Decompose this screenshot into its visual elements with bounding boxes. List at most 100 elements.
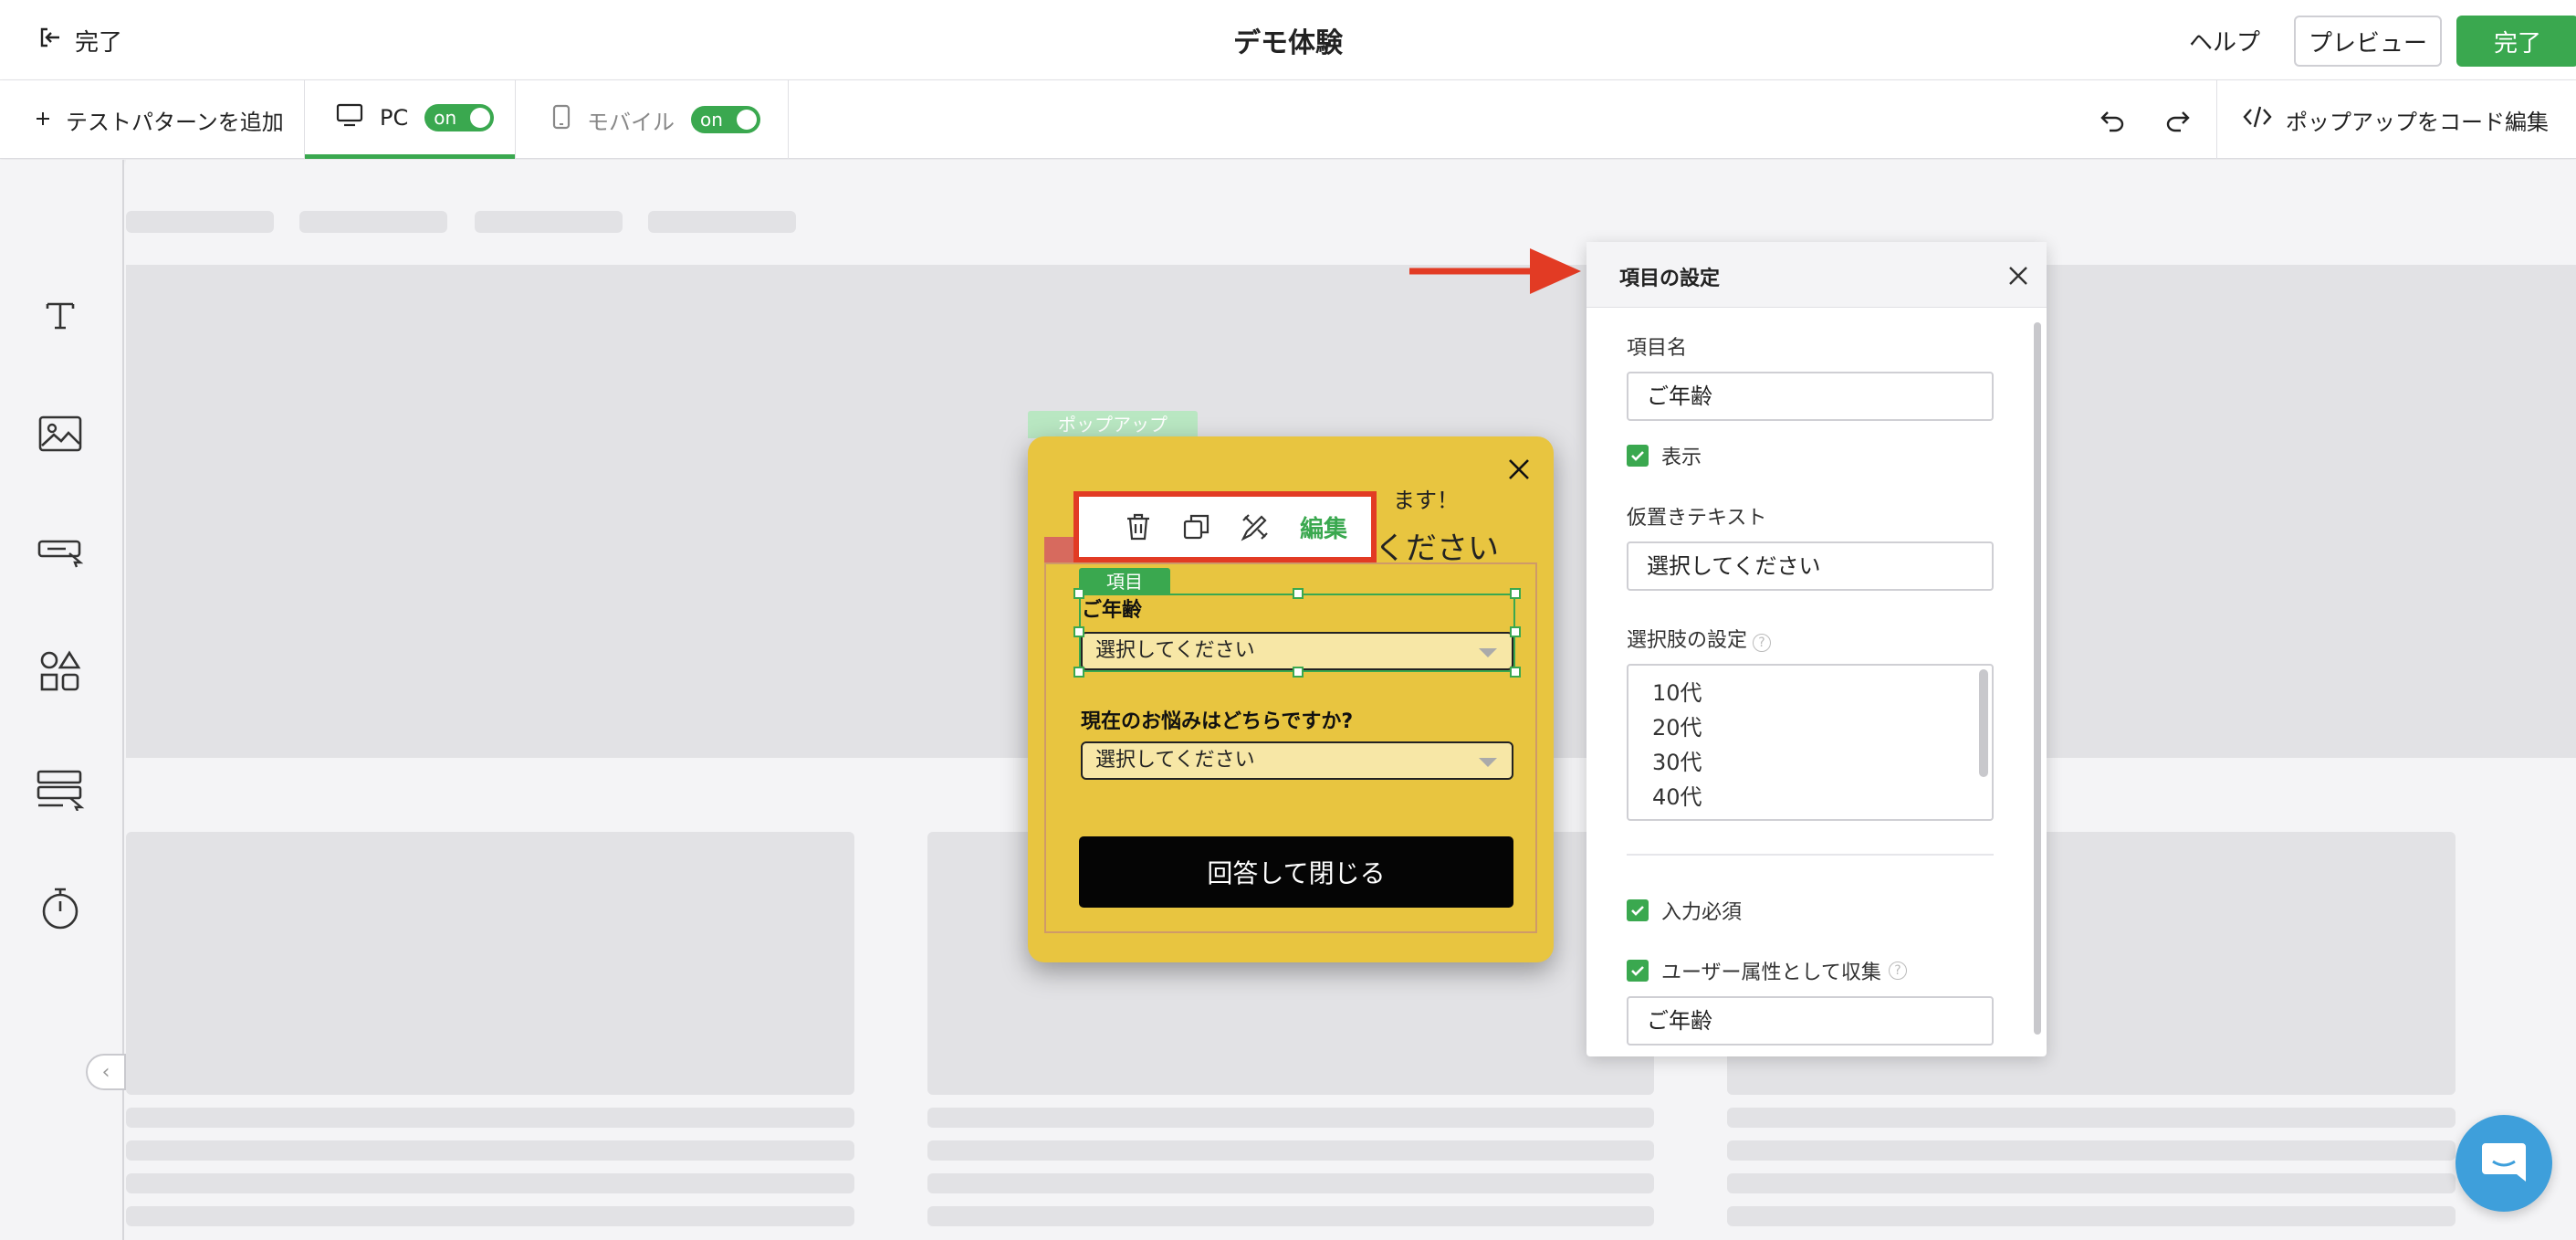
top-header: 完了 デモ体験 ヘルプ プレビュー 完了 bbox=[0, 0, 2576, 80]
edit-button[interactable]: 編集 bbox=[1300, 510, 1347, 544]
trash-icon[interactable] bbox=[1121, 510, 1156, 544]
resize-handle[interactable] bbox=[1073, 626, 1084, 637]
mobile-toggle[interactable]: on bbox=[691, 106, 760, 133]
annotation-arrow bbox=[1409, 248, 1581, 294]
checkbox-checked-icon bbox=[1627, 899, 1649, 921]
tab-pc-label: PC bbox=[380, 104, 409, 131]
tab-mobile[interactable]: モバイル on bbox=[516, 80, 788, 159]
skeleton-line bbox=[126, 1173, 854, 1193]
help-icon[interactable]: ? bbox=[1753, 634, 1772, 652]
required-label: 入力必須 bbox=[1661, 901, 1743, 924]
skeleton-line bbox=[927, 1173, 1654, 1193]
panel-scrollbar[interactable] bbox=[2034, 322, 2041, 1035]
style-edit-icon[interactable] bbox=[1238, 510, 1272, 544]
skeleton-nav bbox=[126, 211, 274, 233]
skeleton-line bbox=[126, 1108, 854, 1128]
done-button[interactable]: 完了 bbox=[2456, 16, 2576, 67]
form-tool-icon[interactable] bbox=[33, 762, 88, 817]
resize-handle[interactable] bbox=[1293, 588, 1304, 599]
code-edit-button[interactable]: ポップアップをコード編集 bbox=[2242, 80, 2549, 159]
preview-button[interactable]: プレビュー bbox=[2294, 16, 2442, 67]
resize-handle[interactable] bbox=[1073, 588, 1084, 599]
close-icon[interactable] bbox=[2003, 260, 2034, 291]
skeleton-line bbox=[126, 1206, 854, 1226]
desktop-icon bbox=[336, 103, 363, 132]
required-checkbox[interactable]: 入力必須 bbox=[1627, 896, 1742, 925]
options-scrollbar[interactable] bbox=[1979, 669, 1988, 777]
panel-divider bbox=[1627, 854, 1994, 856]
checkbox-checked-icon bbox=[1627, 960, 1649, 982]
close-icon[interactable] bbox=[1501, 451, 1537, 488]
collect-attribute-input[interactable]: ご年齢 bbox=[1627, 996, 1994, 1046]
submit-close-button[interactable]: 回答して閉じる bbox=[1079, 836, 1513, 908]
tab-pc[interactable]: PC on bbox=[305, 80, 515, 159]
back-done-button[interactable]: 完了 bbox=[37, 22, 122, 58]
code-edit-label: ポップアップをコード編集 bbox=[2286, 109, 2549, 135]
skeleton-nav bbox=[475, 211, 623, 233]
resize-handle[interactable] bbox=[1293, 667, 1304, 678]
popup-tag: ポップアップ bbox=[1028, 411, 1198, 438]
resize-handle[interactable] bbox=[1510, 588, 1521, 599]
skeleton-line bbox=[927, 1140, 1654, 1161]
skeleton-line bbox=[1727, 1206, 2456, 1226]
options-textarea[interactable]: 10代 20代 30代 40代 bbox=[1627, 664, 1994, 821]
skeleton-card bbox=[126, 832, 854, 1095]
text-tool-icon[interactable] bbox=[33, 288, 88, 342]
plus-icon bbox=[35, 107, 51, 132]
concern-select[interactable]: 選択してください bbox=[1081, 741, 1513, 780]
option-item: 20代 bbox=[1652, 715, 1702, 741]
skeleton-line bbox=[1727, 1140, 2456, 1161]
popup-title: ください bbox=[1375, 531, 1499, 567]
item-tag: 項目 bbox=[1079, 568, 1170, 595]
option-item: 10代 bbox=[1652, 680, 1702, 706]
popup-subtitle: ます！ bbox=[1393, 488, 1459, 513]
placeholder-input[interactable]: 選択してください bbox=[1627, 541, 1994, 591]
placeholder-label: 仮置きテキスト bbox=[1627, 507, 1767, 530]
pc-toggle[interactable]: on bbox=[424, 103, 495, 131]
code-icon bbox=[2242, 104, 2273, 135]
tab-mobile-label: モバイル bbox=[587, 109, 675, 135]
skeleton-line bbox=[1727, 1108, 2456, 1128]
skeleton-nav bbox=[299, 211, 447, 233]
timer-tool-icon[interactable] bbox=[33, 881, 88, 936]
chat-icon bbox=[2480, 1140, 2528, 1187]
chevron-left-icon: ‹ bbox=[101, 1060, 110, 1084]
resize-handle[interactable] bbox=[1510, 667, 1521, 678]
redo-icon[interactable] bbox=[2160, 102, 2196, 139]
button-tool-icon[interactable] bbox=[33, 525, 88, 580]
resize-handle[interactable] bbox=[1510, 626, 1521, 637]
collect-attribute-checkbox[interactable]: ユーザー属性として収集 ? bbox=[1627, 956, 1907, 985]
collapse-sidebar-button[interactable]: ‹ bbox=[86, 1054, 126, 1090]
panel-title: 項目の設定 bbox=[1619, 268, 1721, 290]
help-link[interactable]: ヘルプ bbox=[2189, 24, 2260, 58]
select-placeholder: 選択してください bbox=[1095, 749, 1255, 772]
duplicate-icon[interactable] bbox=[1179, 510, 1214, 544]
resize-handle[interactable] bbox=[1073, 667, 1084, 678]
exit-icon bbox=[37, 25, 62, 57]
item-name-input[interactable]: ご年齢 bbox=[1627, 372, 1994, 421]
help-icon[interactable]: ? bbox=[1888, 962, 1907, 980]
support-chat-button[interactable] bbox=[2456, 1115, 2552, 1212]
editor-toolbar: テストパターンを追加 PC on モバイル on ポップアップをコード編集 bbox=[0, 80, 2576, 159]
skeleton-nav bbox=[648, 211, 796, 233]
add-test-pattern-button[interactable]: テストパターンを追加 bbox=[35, 80, 284, 159]
toolbar-divider bbox=[2216, 80, 2217, 159]
undo-icon[interactable] bbox=[2094, 102, 2131, 139]
chevron-down-icon bbox=[1479, 758, 1497, 767]
show-label: 表示 bbox=[1661, 447, 1702, 469]
question-label: 現在のお悩みはどちらですか? bbox=[1081, 710, 1354, 733]
shapes-tool-icon[interactable] bbox=[33, 644, 88, 699]
options-settings-text: 選択肢の設定 bbox=[1627, 629, 1748, 652]
selection-box[interactable] bbox=[1079, 594, 1515, 672]
toolbar-divider bbox=[788, 80, 789, 159]
item-settings-panel: 項目の設定 項目名 ご年齢 表示 仮置きテキスト 選択してください 選択肢の設定… bbox=[1586, 242, 2047, 1056]
skeleton-line bbox=[126, 1140, 854, 1161]
skeleton-line bbox=[1727, 1173, 2456, 1193]
skeleton-line bbox=[927, 1108, 1654, 1128]
back-done-label: 完了 bbox=[75, 28, 123, 57]
mobile-icon bbox=[552, 104, 571, 135]
add-test-pattern-label: テストパターンを追加 bbox=[66, 109, 284, 135]
image-tool-icon[interactable] bbox=[33, 406, 88, 461]
option-item: 30代 bbox=[1652, 750, 1702, 775]
show-checkbox[interactable]: 表示 bbox=[1627, 441, 1702, 470]
